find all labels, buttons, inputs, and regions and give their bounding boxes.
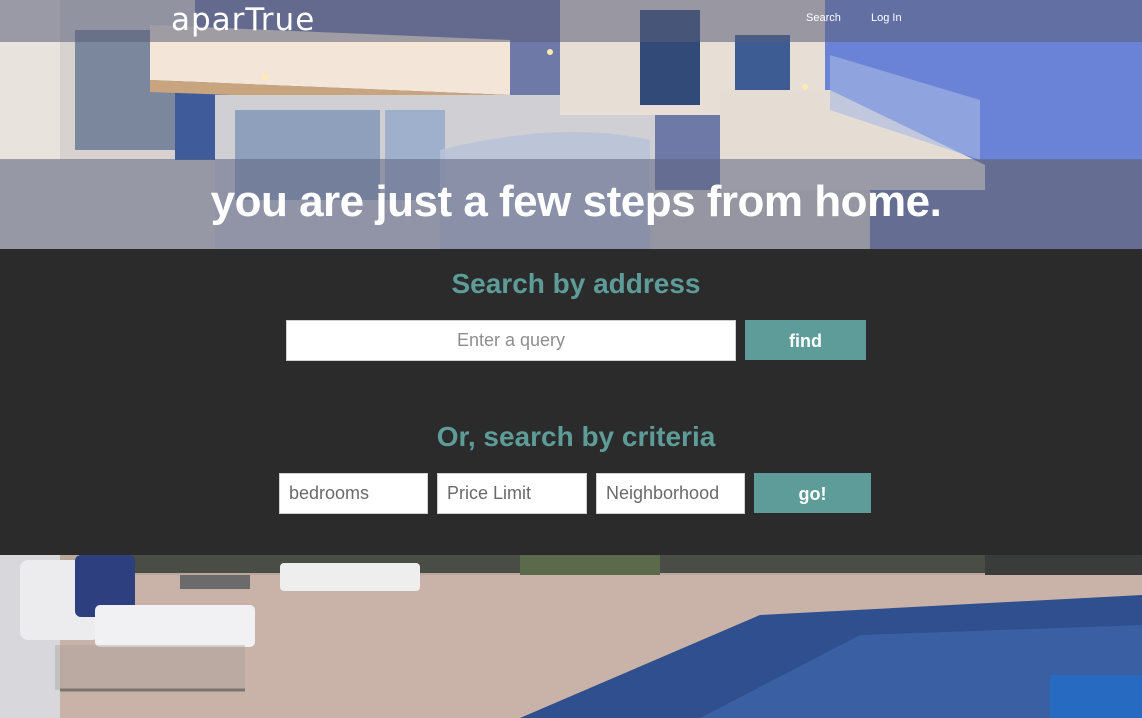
- go-button[interactable]: go!: [754, 473, 871, 513]
- hero-tagline: you are just a few steps from home.: [210, 177, 942, 226]
- price-limit-input[interactable]: [437, 473, 587, 514]
- brand-logo[interactable]: aparTrue: [171, 0, 315, 40]
- pool-illustration: [0, 555, 1142, 718]
- criteria-search-title: Or, search by criteria: [436, 421, 716, 452]
- neighborhood-input[interactable]: [596, 473, 745, 514]
- pool-photo: [0, 555, 1142, 718]
- landing-page: aparTrue Search Log In you are just a fe…: [0, 0, 1142, 718]
- bedrooms-input[interactable]: [279, 473, 428, 514]
- find-button[interactable]: find: [745, 320, 866, 360]
- nav-login-link[interactable]: Log In: [871, 12, 902, 24]
- address-search-title: Search by address: [451, 268, 701, 299]
- address-query-input[interactable]: [286, 320, 736, 361]
- nav-search-link[interactable]: Search: [806, 12, 841, 24]
